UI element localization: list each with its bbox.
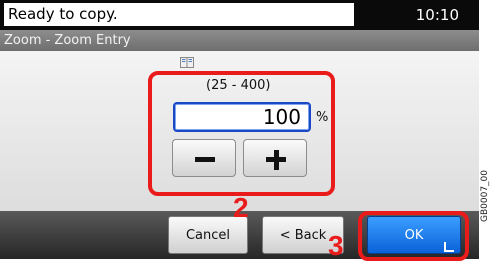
image-code: GB0007_00 — [480, 169, 490, 222]
step-number-2: 2 — [233, 192, 249, 223]
clock: 10:10 — [415, 6, 459, 24]
book-icon — [180, 57, 194, 68]
step-number-3: 3 — [328, 230, 344, 261]
page-title: Zoom - Zoom Entry — [0, 30, 479, 51]
callout-box-ok — [358, 211, 469, 261]
status-bar: Ready to copy. 10:10 — [0, 0, 479, 30]
status-message: Ready to copy. — [4, 3, 354, 26]
callout-box-zoom-entry — [148, 71, 335, 196]
